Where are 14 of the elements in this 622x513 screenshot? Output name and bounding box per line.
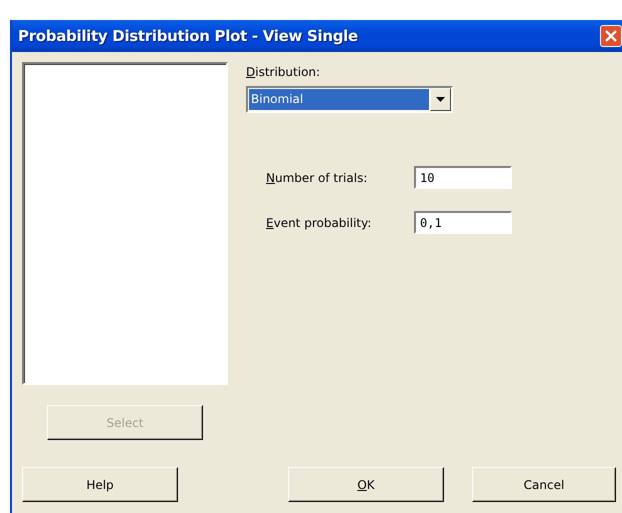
input-field[interactable]: 0,1 <box>414 211 512 234</box>
ok-button[interactable]: OK <box>288 467 444 502</box>
close-icon <box>604 29 618 43</box>
parameter-label: Number of trials: <box>265 170 368 184</box>
parameter-label: Event probability: <box>265 216 372 230</box>
dropdown-arrow-icon <box>436 97 445 102</box>
window-title: Probability Distribution Plot - View Single <box>18 27 358 45</box>
close-button[interactable] <box>600 25 622 47</box>
distribution-dropdown[interactable]: Binomial <box>246 86 453 113</box>
distribution-label: Distribution: <box>246 65 322 80</box>
help-button[interactable]: Help <box>22 467 178 502</box>
input-field[interactable]: 10 <box>414 166 512 189</box>
cancel-button[interactable]: Cancel <box>472 467 616 502</box>
variable-list[interactable] <box>22 62 228 385</box>
